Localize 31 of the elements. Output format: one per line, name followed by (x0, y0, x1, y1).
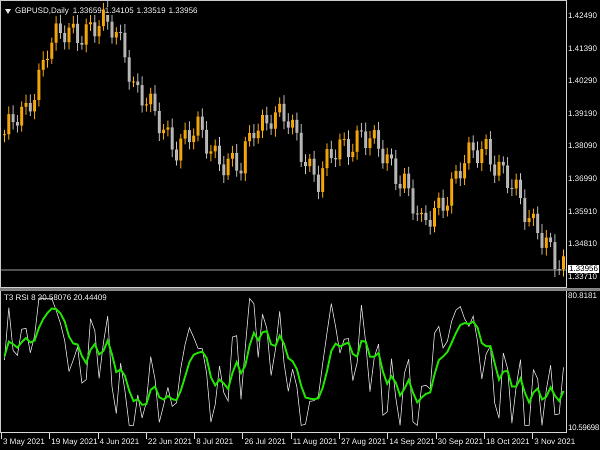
axis-label: 10.59698 (568, 424, 599, 432)
date-label: 3 May 2021 (3, 438, 45, 446)
ohlc-value: 1.33956 (168, 7, 198, 15)
current-price-label: 1.33956 (568, 265, 599, 273)
axis-label: 80.8181 (568, 292, 597, 300)
date-label: 26 Jul 2021 (244, 438, 286, 446)
date-label: 18 Oct 2021 (486, 438, 530, 446)
ohlc-value: 1.33659 (72, 7, 102, 15)
axis-label: 1.40290 (568, 77, 597, 86)
date-label: 8 Jul 2021 (196, 438, 234, 446)
date-label: 22 Jun 2021 (148, 438, 192, 446)
axis-label: 1.33710 (568, 272, 597, 281)
indicator-label: T3 RSI 8 30.58076 20.44409 (4, 294, 107, 302)
date-label: 19 May 2021 (51, 438, 98, 446)
date-label: 27 Aug 2021 (341, 438, 386, 446)
axis-label: 1.35910 (568, 208, 597, 216)
date-label: 30 Sep 2021 (438, 438, 484, 446)
axis-label: 1.38090 (568, 142, 597, 150)
symbol-label: GBPUSD,Daily (15, 7, 69, 15)
axis-label: 1.36990 (568, 175, 597, 183)
date-label: 11 Aug 2021 (292, 438, 338, 446)
date-label: 3 Nov 2021 (534, 438, 576, 446)
axis-label: 1.42490 (568, 12, 597, 20)
ohlc-value: 1.33519 (136, 7, 166, 15)
axis-label: 1.41390 (568, 44, 597, 53)
dropdown-triangle-icon[interactable] (5, 8, 11, 14)
ohlc-value: 1.34105 (104, 7, 134, 15)
axis-label: 1.34810 (568, 240, 597, 248)
axis-label: 1.39190 (568, 110, 597, 118)
date-label: 14 Sep 2021 (389, 438, 435, 446)
date-label: 4 Jun 2021 (100, 438, 140, 446)
